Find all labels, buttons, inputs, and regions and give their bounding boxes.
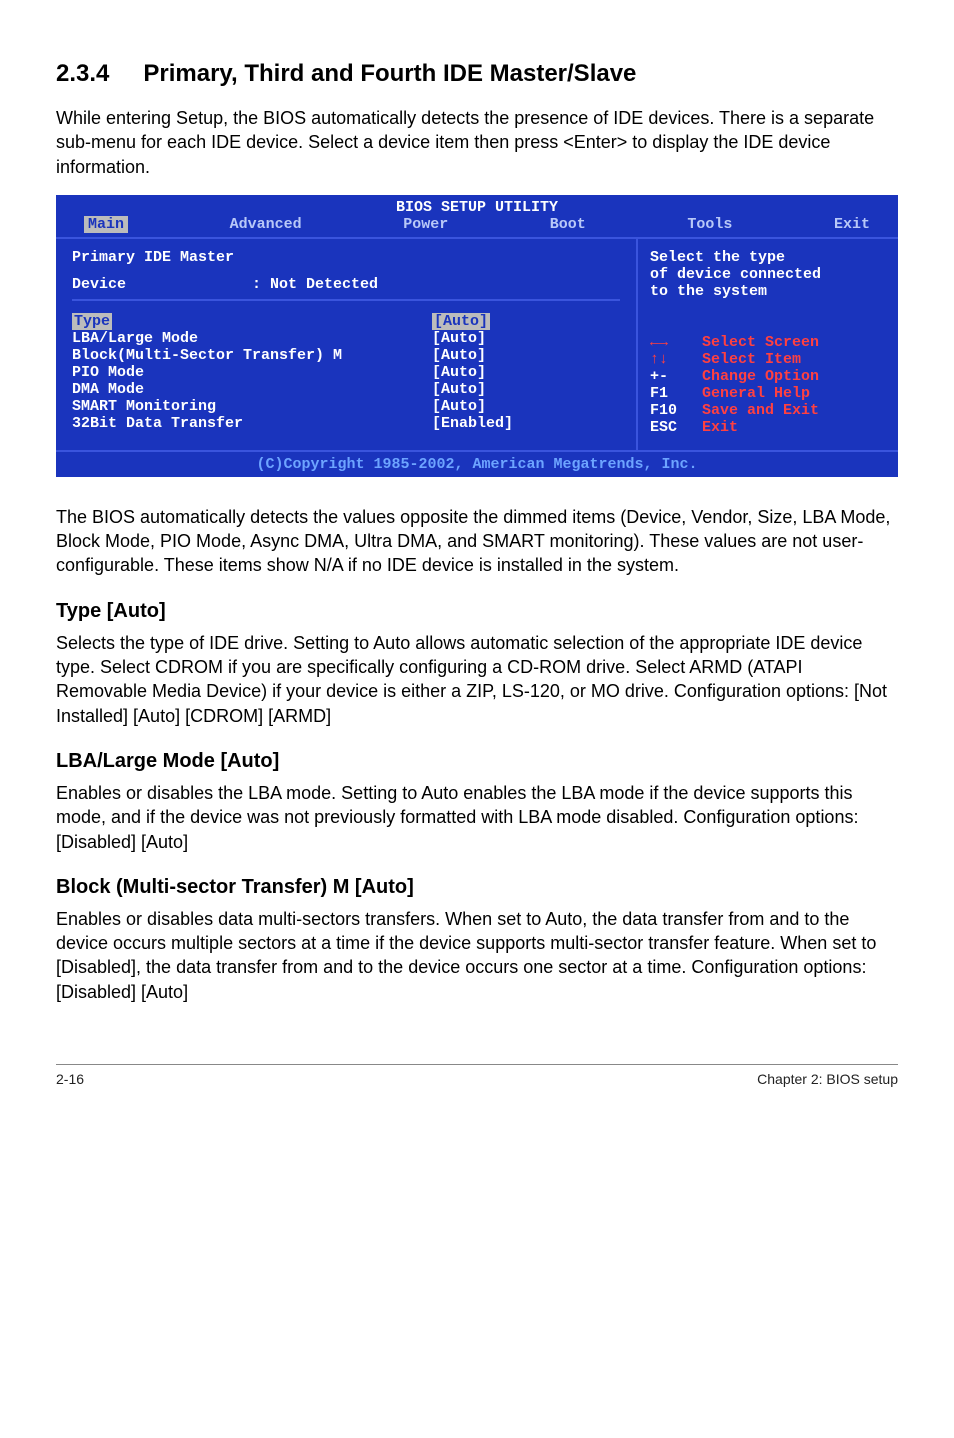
bios-key-desc: Save and Exit xyxy=(702,402,819,419)
bios-key-desc: Exit xyxy=(702,419,738,436)
bios-device-value: : Not Detected xyxy=(252,276,378,293)
bios-item-value: [Auto] xyxy=(432,398,486,415)
bios-item-block[interactable]: Block(Multi-Sector Transfer) M [Auto] xyxy=(72,347,620,364)
bios-item-label: Type xyxy=(72,313,112,330)
bios-item-lba[interactable]: LBA/Large Mode [Auto] xyxy=(72,330,620,347)
bios-key-desc: Select Item xyxy=(702,351,801,368)
bios-item-value: [Auto] xyxy=(432,313,490,330)
bios-key-desc: Select Screen xyxy=(702,334,819,351)
bios-items: Type [Auto] LBA/Large Mode [Auto] Block(… xyxy=(72,313,620,432)
bios-header-label: Primary IDE Master xyxy=(72,249,432,266)
bios-item-pio[interactable]: PIO Mode [Auto] xyxy=(72,364,620,381)
bios-device-row: Device : Not Detected xyxy=(72,276,620,301)
sub-body-block: Enables or disables data multi-sectors t… xyxy=(56,907,898,1004)
bios-item-label: SMART Monitoring xyxy=(72,398,432,415)
section-number: 2.3.4 xyxy=(56,60,109,88)
bios-header-item: Primary IDE Master xyxy=(72,249,620,266)
bios-item-dma[interactable]: DMA Mode [Auto] xyxy=(72,381,620,398)
bios-item-value: [Auto] xyxy=(432,364,486,381)
bios-item-label: 32Bit Data Transfer xyxy=(72,415,432,432)
bios-right-pane: Select the type of device connected to t… xyxy=(638,239,898,450)
bios-tab-power[interactable]: Power xyxy=(403,216,448,233)
sub-heading-type: Type [Auto] xyxy=(56,600,898,623)
bios-tab-main[interactable]: Main xyxy=(84,216,128,233)
after-bios-paragraph: The BIOS automatically detects the value… xyxy=(56,505,898,578)
page-number: 2-16 xyxy=(56,1071,84,1087)
sub-heading-block: Block (Multi-sector Transfer) M [Auto] xyxy=(56,876,898,899)
bios-tab-tools[interactable]: Tools xyxy=(687,216,732,233)
bios-help-line: Select the type xyxy=(650,249,886,266)
bios-title: BIOS SETUP UTILITY xyxy=(56,195,898,216)
bios-menu-bar: Main Advanced Power Boot Tools Exit xyxy=(56,216,898,237)
sub-body-type: Selects the type of IDE drive. Setting t… xyxy=(56,631,898,728)
bios-key: +- xyxy=(650,368,702,385)
bios-item-label: Block(Multi-Sector Transfer) M xyxy=(72,347,432,364)
sub-body-lba: Enables or disables the LBA mode. Settin… xyxy=(56,781,898,854)
bios-tab-exit[interactable]: Exit xyxy=(834,216,870,233)
bios-key-legend: ←→Select Screen ↑↓Select Item +-Change O… xyxy=(650,334,886,436)
bios-item-value: [Auto] xyxy=(432,381,486,398)
bios-key: ←→ xyxy=(650,334,702,351)
bios-screenshot: BIOS SETUP UTILITY Main Advanced Power B… xyxy=(56,195,898,477)
bios-copyright: (C)Copyright 1985-2002, American Megatre… xyxy=(56,452,898,477)
bios-item-value: [Auto] xyxy=(432,330,486,347)
sub-heading-lba: LBA/Large Mode [Auto] xyxy=(56,750,898,773)
bios-tab-advanced[interactable]: Advanced xyxy=(230,216,302,233)
bios-key: F1 xyxy=(650,385,702,402)
section-heading: 2.3.4 Primary, Third and Fourth IDE Maste… xyxy=(56,60,898,88)
bios-item-value: [Auto] xyxy=(432,347,486,364)
bios-device-label: Device xyxy=(72,276,252,293)
bios-item-type[interactable]: Type [Auto] xyxy=(72,313,620,330)
bios-item-smart[interactable]: SMART Monitoring [Auto] xyxy=(72,398,620,415)
bios-key-desc: Change Option xyxy=(702,368,819,385)
page-footer: 2-16 Chapter 2: BIOS setup xyxy=(56,1064,898,1087)
bios-key: F10 xyxy=(650,402,702,419)
bios-tab-boot[interactable]: Boot xyxy=(550,216,586,233)
bios-key-desc: General Help xyxy=(702,385,810,402)
bios-item-32bit[interactable]: 32Bit Data Transfer [Enabled] xyxy=(72,415,620,432)
bios-key: ↑↓ xyxy=(650,351,702,368)
bios-item-label: DMA Mode xyxy=(72,381,432,398)
bios-item-label: LBA/Large Mode xyxy=(72,330,432,347)
bios-item-label: PIO Mode xyxy=(72,364,432,381)
bios-help-line: to the system xyxy=(650,283,886,300)
bios-help-text: Select the type of device connected to t… xyxy=(650,249,886,300)
bios-help-line: of device connected xyxy=(650,266,886,283)
bios-item-value: [Enabled] xyxy=(432,415,513,432)
bios-key: ESC xyxy=(650,419,702,436)
bios-left-pane: Primary IDE Master Device : Not Detected… xyxy=(56,239,638,450)
intro-paragraph: While entering Setup, the BIOS automatic… xyxy=(56,106,898,179)
section-title: Primary, Third and Fourth IDE Master/Sla… xyxy=(143,60,636,87)
chapter-label: Chapter 2: BIOS setup xyxy=(757,1071,898,1087)
